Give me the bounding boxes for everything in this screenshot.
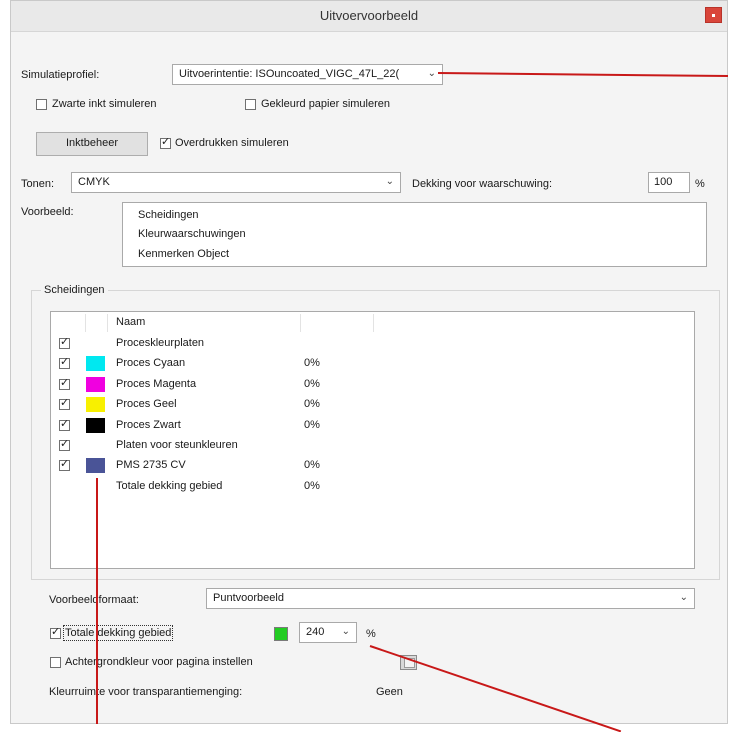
page-background-label: Achtergrondkleur voor pagina instellen (65, 656, 253, 668)
separation-name: Proces Cyaan (116, 357, 186, 370)
color-space-value: Geen (376, 686, 403, 698)
paper-color-checkbox[interactable] (245, 99, 256, 110)
total-coverage-unit: % (366, 628, 376, 640)
tones-select[interactable]: CMYK ⌄ (71, 172, 401, 193)
total-coverage-value: 240 (306, 626, 325, 638)
chevron-down-icon: ⌄ (679, 592, 688, 603)
separations-group-label: Scheidingen (41, 284, 108, 296)
ink-manager-button[interactable]: Inktbeheer (36, 132, 148, 156)
separations-table: Naam ProceskleurplatenProces Cyaan0%Proc… (50, 311, 695, 569)
separation-color-swatch (86, 376, 105, 392)
separation-checkbox[interactable] (59, 335, 70, 349)
table-row[interactable]: Platen voor steunkleuren (51, 437, 691, 454)
separation-color-swatch (86, 397, 105, 413)
total-coverage-select[interactable]: 240 ⌄ (299, 622, 357, 643)
preview-item-separations[interactable]: Scheidingen (138, 209, 199, 221)
separation-color-swatch (86, 458, 105, 474)
page-background-checkbox[interactable] (50, 657, 61, 668)
col-swatch-header (86, 314, 108, 332)
separation-coverage: 0% (304, 418, 320, 431)
col-name-header: Naam (108, 314, 301, 332)
preview-label: Voorbeeld: (21, 206, 74, 218)
separation-checkbox[interactable] (59, 457, 70, 472)
preview-format-value: Puntvoorbeeld (213, 592, 284, 604)
col-pct-header (301, 314, 374, 332)
col-check-header (51, 314, 86, 332)
simulation-profile-value: Uitvoerintentie: ISOuncoated_VIGC_47L_22… (179, 68, 400, 80)
simulation-profile-select[interactable]: Uitvoerintentie: ISOuncoated_VIGC_47L_22… (172, 64, 443, 85)
title-bar: Uitvoervoorbeeld (11, 1, 727, 32)
overprint-label: Overdrukken simuleren (175, 137, 289, 149)
tones-label: Tonen: (21, 178, 55, 190)
preview-format-select[interactable]: Puntvoorbeeld ⌄ (206, 588, 695, 609)
separation-name: Proceskleurplaten (116, 337, 205, 349)
callout-line-swatches (96, 478, 98, 724)
separation-checkbox[interactable] (59, 437, 70, 451)
separation-coverage: 0% (304, 398, 320, 411)
total-coverage-checkbox[interactable] (50, 625, 61, 639)
separation-checkbox[interactable] (59, 376, 70, 390)
preview-format-label: Voorbeeldformaat: (49, 594, 139, 606)
separation-coverage: 0% (304, 479, 320, 492)
separation-color-swatch (86, 356, 105, 372)
chevron-down-icon: ⌄ (427, 68, 436, 79)
close-icon (712, 14, 715, 17)
output-preview-window: Uitvoervoorbeeld Simulatieprofiel: Uitvo… (10, 0, 728, 724)
separation-checkbox[interactable] (59, 396, 70, 411)
coverage-unit: % (695, 178, 705, 190)
close-button[interactable] (705, 7, 722, 23)
separation-name: PMS 2735 CV (116, 459, 186, 472)
coverage-warning-input[interactable]: 100 (648, 172, 690, 193)
separation-name: Platen voor steunkleuren (116, 439, 238, 451)
separation-coverage: 0% (304, 357, 320, 370)
separation-name: Totale dekking gebied (116, 479, 223, 492)
chevron-down-icon: ⌄ (385, 176, 394, 187)
separation-coverage: 0% (304, 377, 320, 390)
column-name-label: Naam (116, 316, 146, 328)
separation-name: Proces Geel (116, 398, 177, 411)
table-row[interactable]: PMS 2735 CV 0% (51, 457, 691, 474)
separation-checkbox[interactable] (59, 417, 70, 431)
color-space-label: Kleurruimte voor transparantiemenging: (49, 686, 243, 698)
table-row[interactable]: Proces Zwart 0% (51, 417, 691, 434)
black-ink-checkbox[interactable] (36, 99, 47, 110)
preview-item-color-warnings[interactable]: Kleurwaarschuwingen (138, 228, 246, 240)
separation-coverage: 0% (304, 459, 320, 472)
overprint-checkbox[interactable] (160, 135, 171, 149)
table-row[interactable]: Proceskleurplaten (51, 335, 691, 352)
simulation-profile-label: Simulatieprofiel: (21, 69, 100, 81)
table-row[interactable]: Proces Cyaan 0% (51, 355, 691, 372)
separation-checkbox[interactable] (59, 355, 70, 370)
coverage-warning-label: Dekking voor waarschuwing: (412, 178, 553, 190)
preview-listbox: Scheidingen Kleurwaarschuwingen Kenmerke… (122, 202, 707, 267)
separation-name: Proces Zwart (116, 418, 181, 431)
paper-color-label: Gekleurd papier simuleren (261, 98, 391, 110)
table-row[interactable]: Proces Magenta 0% (51, 376, 691, 393)
separation-name: Proces Magenta (116, 377, 197, 390)
separation-color-swatch (86, 417, 105, 433)
window-title: Uitvoervoorbeeld (319, 8, 419, 23)
table-row[interactable]: Totale dekking gebied 0% (51, 478, 691, 495)
tones-value: CMYK (78, 176, 110, 188)
total-coverage-label: Totale dekking gebied (62, 625, 174, 641)
black-ink-label: Zwarte inkt simuleren (52, 98, 157, 110)
table-row[interactable]: Proces Geel 0% (51, 396, 691, 413)
total-coverage-color-swatch[interactable] (274, 627, 288, 641)
preview-item-object-inspector[interactable]: Kenmerken Object (138, 248, 229, 260)
chevron-down-icon: ⌄ (341, 626, 350, 637)
